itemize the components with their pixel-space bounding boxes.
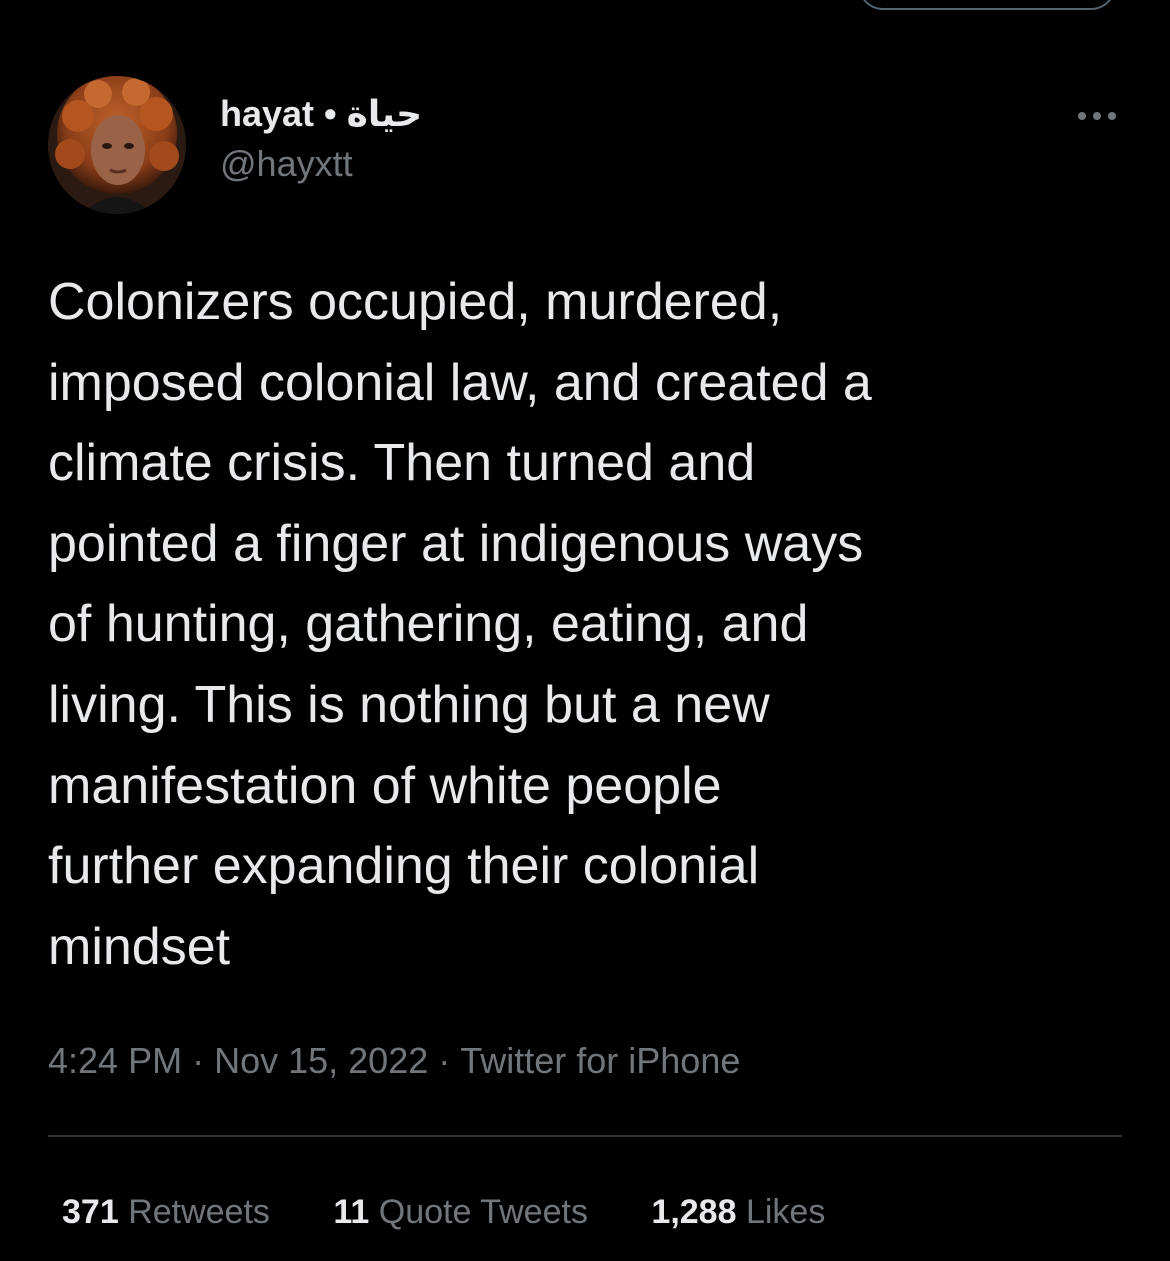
retweets-stat[interactable]: 371 Retweets	[62, 1190, 270, 1234]
separator: ·	[438, 1040, 451, 1081]
author-display-name[interactable]: hayat • حياة	[220, 92, 422, 136]
likes-stat[interactable]: 1,288 Likes	[651, 1190, 825, 1234]
tweet-stats: 371 Retweets 11 Quote Tweets 1,288 Likes	[62, 1190, 879, 1234]
avatar[interactable]	[48, 76, 186, 214]
more-horizontal-icon[interactable]	[1076, 106, 1118, 126]
tweet-source[interactable]: Twitter for iPhone	[460, 1040, 740, 1081]
likes-count: 1,288	[651, 1193, 737, 1231]
retweets-count: 371	[62, 1193, 119, 1231]
likes-label: Likes	[745, 1193, 826, 1231]
retweets-label: Retweets	[128, 1193, 270, 1231]
quote-tweets-count: 11	[333, 1193, 370, 1231]
author-handle[interactable]: @hayxtt	[220, 142, 422, 186]
follow-button[interactable]	[858, 0, 1116, 10]
tweet-time[interactable]: 4:24 PM	[48, 1040, 182, 1081]
quote-tweets-stat[interactable]: 11 Quote Tweets	[333, 1190, 588, 1234]
author-names[interactable]: hayat • حياة @hayxtt	[220, 92, 422, 186]
separator: ·	[192, 1040, 205, 1081]
divider	[48, 1135, 1122, 1137]
quote-tweets-label: Quote Tweets	[378, 1193, 588, 1231]
avatar-image	[48, 76, 186, 214]
tweet-metadata: 4:24 PM · Nov 15, 2022 · Twitter for iPhone	[48, 1038, 740, 1084]
tweet-header: hayat • حياة @hayxtt	[48, 76, 1122, 216]
tweet-date[interactable]: Nov 15, 2022	[214, 1040, 428, 1081]
tweet-text: Colonizers occupied, murdered, imposed c…	[48, 273, 872, 976]
